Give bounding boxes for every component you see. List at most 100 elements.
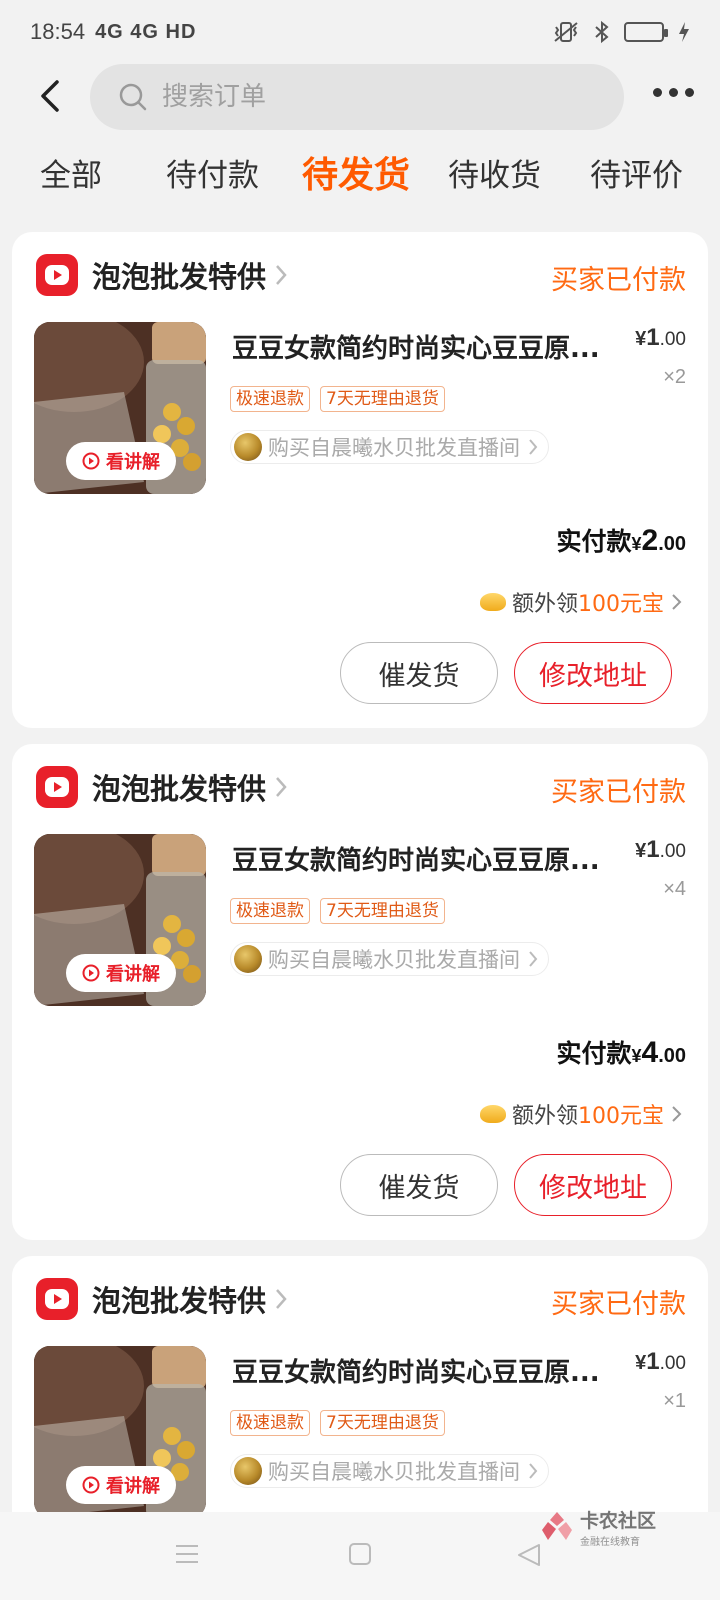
- tab-pending-receipt[interactable]: 待收货: [448, 150, 541, 195]
- paid-amount: 实付款 ¥4.00: [556, 1036, 686, 1069]
- bonus-prefix: 额外领: [511, 592, 578, 617]
- shop-name: 泡泡批发特供: [92, 260, 267, 294]
- live-room-text: 购买自晨曦水贝批发直播间: [268, 948, 520, 972]
- search-icon: [119, 83, 147, 111]
- shop-play-icon: [36, 766, 78, 808]
- watch-explanation-label: 看讲解: [106, 452, 160, 473]
- bluetooth-icon: [595, 20, 609, 44]
- tag-7day-return: 7天无理由退货: [320, 386, 445, 412]
- nav-home-button[interactable]: [348, 1542, 372, 1570]
- watch-explanation-button[interactable]: 看讲解: [66, 954, 176, 992]
- tag-7day-return: 7天无理由退货: [320, 1410, 445, 1436]
- service-tags: 极速退款 7天无理由退货: [230, 386, 445, 412]
- back-button[interactable]: [30, 76, 70, 116]
- chevron-right-icon: [529, 439, 538, 455]
- nav-back-button[interactable]: [516, 1542, 542, 1572]
- modify-address-button[interactable]: 修改地址: [514, 1154, 672, 1216]
- product-image[interactable]: 看讲解: [34, 834, 206, 1006]
- vibrate-icon: [554, 22, 578, 42]
- quantity: ×4: [663, 878, 686, 900]
- shop-link[interactable]: 泡泡批发特供: [36, 1278, 288, 1320]
- bonus-ingot-link[interactable]: 额外领 100元宝: [479, 586, 684, 618]
- watermark-title: 卡农社区: [580, 1510, 657, 1532]
- search-input[interactable]: [162, 82, 582, 112]
- charging-icon: [679, 22, 689, 42]
- watch-explanation-button[interactable]: 看讲解: [66, 442, 176, 480]
- chevron-right-icon: [276, 1289, 287, 1309]
- tag-fast-refund: 极速退款: [230, 1410, 310, 1436]
- network-indicator: 4G 4G HD: [95, 20, 197, 43]
- chevron-right-icon: [672, 594, 682, 610]
- urge-shipment-button[interactable]: 催发货: [340, 642, 498, 704]
- watermark: 卡农社区 金融在线教育: [540, 1506, 656, 1548]
- bonus-prefix: 额外领: [511, 1104, 578, 1129]
- product-image[interactable]: 看讲解: [34, 322, 206, 494]
- bonus-amount: 100元宝: [578, 1104, 664, 1129]
- chevron-right-icon: [529, 1463, 538, 1479]
- tab-pending-review[interactable]: 待评价: [590, 150, 683, 195]
- order-card[interactable]: 泡泡批发特供 买家已付款 看讲解 豆豆女款简约时尚实心豆豆原... ¥1.00 …: [12, 744, 708, 1240]
- chevron-right-icon: [276, 265, 287, 285]
- live-room-link[interactable]: 购买自晨曦水贝批发直播间: [230, 1454, 549, 1488]
- unit-price: ¥1.00: [635, 324, 686, 351]
- order-status: 买家已付款: [551, 265, 686, 296]
- watch-explanation-label: 看讲解: [106, 964, 160, 985]
- status-bar: 18:54 4G 4G HD: [0, 0, 720, 64]
- order-card[interactable]: 泡泡批发特供 买家已付款 看讲解 豆豆女款简约时尚实心豆豆原... ¥1.00 …: [12, 232, 708, 728]
- play-circle-icon: [82, 964, 100, 982]
- unit-price: ¥1.00: [635, 1348, 686, 1375]
- paid-amount: 实付款 ¥2.00: [556, 524, 686, 557]
- back-arrow-icon: [41, 80, 59, 112]
- live-room-text: 购买自晨曦水贝批发直播间: [268, 1460, 520, 1484]
- status-time: 18:54: [30, 19, 86, 44]
- tag-fast-refund: 极速退款: [230, 386, 310, 412]
- live-room-link[interactable]: 购买自晨曦水贝批发直播间: [230, 430, 549, 464]
- watermark-subtitle: 金融在线教育: [580, 1537, 640, 1548]
- product-title[interactable]: 豆豆女款简约时尚实心豆豆原...: [232, 328, 612, 365]
- chevron-right-icon: [672, 1106, 682, 1122]
- tab-pending-payment[interactable]: 待付款: [166, 150, 259, 195]
- shop-link[interactable]: 泡泡批发特供: [36, 254, 288, 296]
- watch-explanation-label: 看讲解: [106, 1476, 160, 1497]
- service-tags: 极速退款 7天无理由退货: [230, 1410, 445, 1436]
- product-title[interactable]: 豆豆女款简约时尚实心豆豆原...: [232, 1352, 612, 1389]
- unit-price: ¥1.00: [635, 836, 686, 863]
- search-box[interactable]: [90, 64, 624, 130]
- order-tabs: 全部 待付款 待发货 待收货 待评价: [0, 150, 720, 220]
- product-image[interactable]: 看讲解: [34, 1346, 206, 1518]
- play-circle-icon: [82, 452, 100, 470]
- service-tags: 极速退款 7天无理由退货: [230, 898, 445, 924]
- bonus-ingot-link[interactable]: 额外领 100元宝: [479, 1098, 684, 1130]
- live-room-text: 购买自晨曦水贝批发直播间: [268, 436, 520, 460]
- product-title[interactable]: 豆豆女款简约时尚实心豆豆原...: [232, 840, 612, 877]
- nav-menu-button[interactable]: [174, 1542, 200, 1570]
- more-button[interactable]: [653, 88, 694, 97]
- more-icon: [653, 88, 662, 97]
- tab-all[interactable]: 全部: [40, 150, 102, 195]
- chevron-right-icon: [529, 951, 538, 967]
- modify-address-button[interactable]: 修改地址: [514, 642, 672, 704]
- live-room-avatar: [234, 945, 262, 973]
- quantity: ×1: [663, 1390, 686, 1412]
- shop-play-icon: [36, 254, 78, 296]
- watch-explanation-button[interactable]: 看讲解: [66, 1466, 176, 1504]
- nav-back-icon: [518, 1544, 540, 1566]
- watermark-logo-icon: [542, 1512, 572, 1540]
- gold-ingot-icon: [479, 593, 506, 611]
- play-circle-icon: [82, 1476, 100, 1494]
- urge-shipment-button[interactable]: 催发货: [340, 1154, 498, 1216]
- tab-pending-shipment[interactable]: 待发货: [302, 146, 410, 198]
- live-room-avatar: [234, 433, 262, 461]
- shop-link[interactable]: 泡泡批发特供: [36, 766, 288, 808]
- shop-name: 泡泡批发特供: [92, 1284, 267, 1318]
- tag-fast-refund: 极速退款: [230, 898, 310, 924]
- shop-name: 泡泡批发特供: [92, 772, 267, 806]
- tag-7day-return: 7天无理由退货: [320, 898, 445, 924]
- quantity: ×2: [663, 366, 686, 388]
- live-room-link[interactable]: 购买自晨曦水贝批发直播间: [230, 942, 549, 976]
- top-bar: [0, 62, 720, 132]
- bonus-amount: 100元宝: [578, 592, 664, 617]
- nav-menu-icon: [176, 1545, 198, 1563]
- live-room-avatar: [234, 1457, 262, 1485]
- nav-home-icon: [349, 1543, 371, 1565]
